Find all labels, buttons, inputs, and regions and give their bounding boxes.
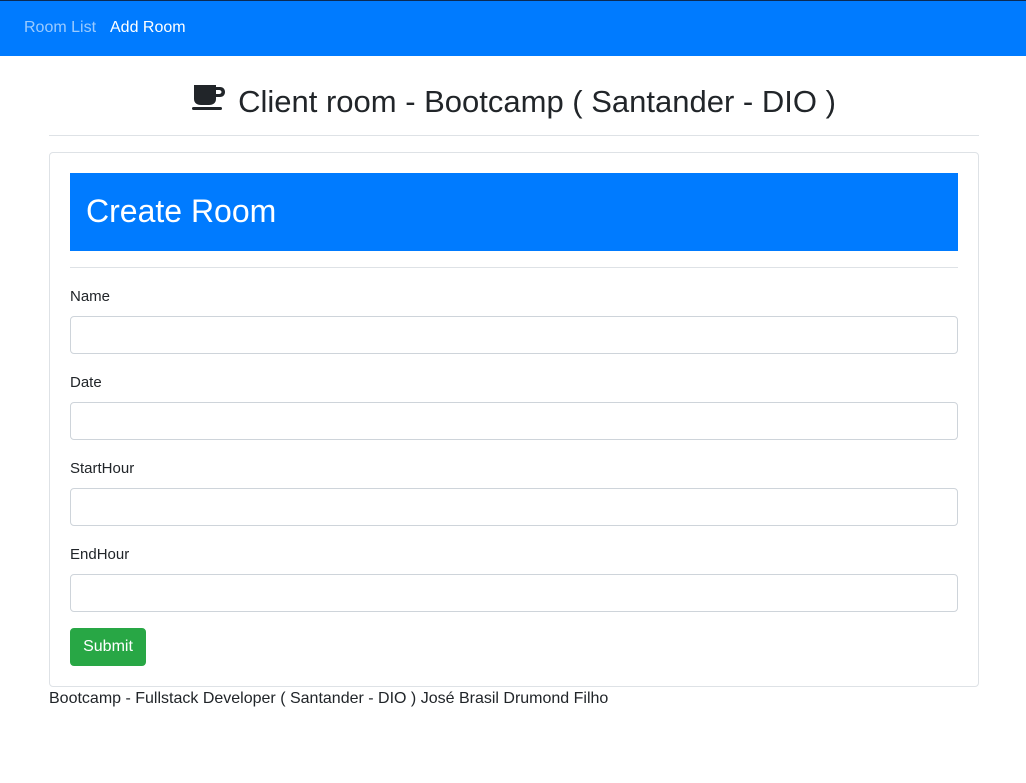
create-room-card: Create Room Name Date StartHour EndHour … <box>49 152 979 687</box>
nav-link-add-room[interactable]: Add Room <box>110 19 186 37</box>
date-input[interactable] <box>70 402 958 440</box>
title-divider <box>49 135 979 136</box>
name-label: Name <box>70 288 111 305</box>
submit-button[interactable]: Submit <box>70 628 146 666</box>
page-title: Client room - Bootcamp ( Santander - DIO… <box>49 82 979 124</box>
card-header: Create Room <box>70 173 958 251</box>
page-title-text: Client room - Bootcamp ( Santander - DIO… <box>238 84 836 119</box>
coffee-cup-icon <box>192 81 226 121</box>
end-hour-input[interactable] <box>70 574 958 612</box>
name-input[interactable] <box>70 316 958 354</box>
top-navbar: Room List Add Room <box>0 0 1026 56</box>
card-title: Create Room <box>86 193 277 229</box>
footer-text: Bootcamp - Fullstack Developer ( Santand… <box>49 690 609 707</box>
nav-link-room-list[interactable]: Room List <box>24 19 96 37</box>
start-hour-label: StartHour <box>70 460 135 477</box>
start-hour-input[interactable] <box>70 488 958 526</box>
card-divider <box>70 267 958 268</box>
end-hour-label: EndHour <box>70 546 130 563</box>
date-label: Date <box>70 374 102 391</box>
